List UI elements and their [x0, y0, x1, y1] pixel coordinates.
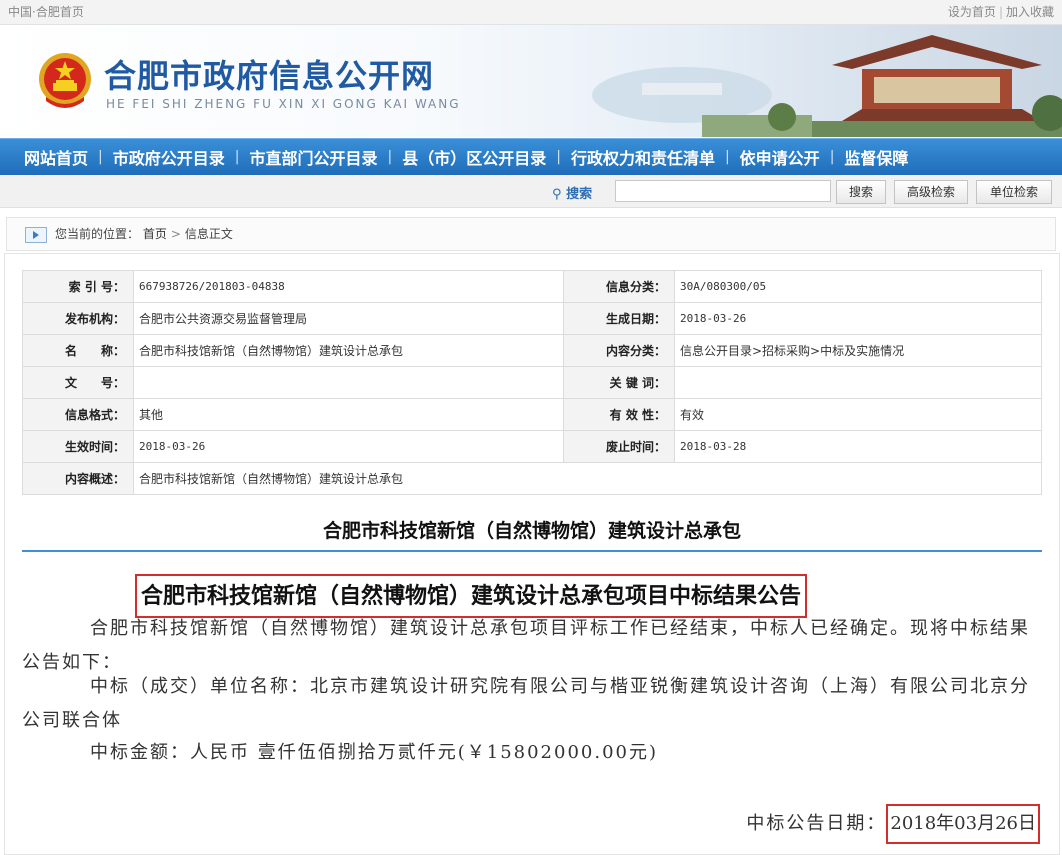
effective-value: 2018-03-26 — [133, 430, 564, 463]
index-value: 667938726/201803-04838 — [133, 270, 564, 303]
breadcrumb-path: 您当前的位置： 首页 > 信息正文 — [55, 218, 233, 250]
unit-search-button[interactable]: 单位检索 — [976, 180, 1052, 204]
validity-value: 有效 — [674, 398, 1042, 431]
title-divider — [22, 550, 1042, 552]
index-label: 索 引 号： — [22, 270, 134, 303]
search-bar: ⚲ 搜索 搜索 高级检索 单位检索 — [0, 175, 1062, 208]
nav-home[interactable]: 网站首页 — [14, 145, 98, 169]
breadcrumb-current: 信息正文 — [184, 227, 233, 241]
nav-county-catalog[interactable]: 县（市）区公开目录 — [392, 145, 556, 169]
breadcrumb-arrow: > — [170, 227, 181, 241]
nav-supervision[interactable]: 监督保障 — [834, 145, 918, 169]
table-row: 信息格式： 其他 有 效 性： 有效 — [22, 398, 1042, 431]
keywords-label: 关 键 词： — [563, 366, 675, 399]
search-label: ⚲ 搜索 — [552, 183, 592, 202]
doc-number-label: 文 号： — [22, 366, 134, 399]
paragraph-winner: 中标（成交）单位名称：北京市建筑设计研究院有限公司与楷亚锐衡建筑设计咨询（上海）… — [22, 676, 1030, 731]
date-label: 中标公告日期： — [746, 813, 887, 834]
content-category-value: 信息公开目录>招标采购>中标及实施情况 — [674, 334, 1042, 367]
breadcrumb-home-link[interactable]: 首页 — [143, 227, 167, 241]
name-label: 名 称： — [22, 334, 134, 367]
paragraph-amount: 中标金额：人民币 壹仟伍佰捌拾万贰仟元(￥15802000.00元) — [90, 742, 659, 763]
search-button[interactable]: 搜索 — [836, 180, 886, 204]
site-title: 合肥市政府信息公开网 — [104, 57, 435, 95]
publisher-value: 合肥市公共资源交易监督管理局 — [133, 302, 564, 335]
top-links: 设为首页 | 加入收藏 — [948, 0, 1054, 24]
publisher-label: 发布机构： — [22, 302, 134, 335]
nav-city-dept-catalog[interactable]: 市直部门公开目录 — [239, 145, 387, 169]
gen-date-value: 2018-03-26 — [674, 302, 1042, 335]
announcement-date: 中标公告日期： 2018年03月26日 — [746, 804, 1040, 844]
national-emblem-icon — [39, 53, 91, 108]
doc-number-value — [133, 366, 564, 399]
table-row: 内容概述： 合肥市科技馆新馆（自然博物馆）建筑设计总承包 — [22, 462, 1042, 495]
category-label: 信息分类： — [563, 270, 675, 303]
breadcrumb-prefix: 您当前的位置： — [55, 227, 140, 241]
site-banner: 合肥市政府信息公开网 HE FEI SHI ZHENG FU XIN XI GO… — [0, 25, 1062, 137]
metadata-table: 索 引 号： 667938726/201803-04838 信息分类： 30A/… — [22, 270, 1042, 495]
pavilion-decoration — [592, 35, 1062, 137]
table-row: 发布机构： 合肥市公共资源交易监督管理局 生成日期： 2018-03-26 — [22, 302, 1042, 335]
date-value: 2018年03月26日 — [886, 804, 1040, 844]
nav-city-gov-catalog[interactable]: 市政府公开目录 — [103, 145, 235, 169]
advanced-search-button[interactable]: 高级检索 — [894, 180, 968, 204]
table-row: 生效时间： 2018-03-26 废止时间： 2018-03-28 — [22, 430, 1042, 463]
abolish-label: 废止时间： — [563, 430, 675, 463]
effective-label: 生效时间： — [22, 430, 134, 463]
search-icon: ⚲ — [552, 187, 562, 202]
table-row: 文 号： 关 键 词： — [22, 366, 1042, 399]
category-value: 30A/080300/05 — [674, 270, 1042, 303]
top-separator: | — [998, 5, 1003, 19]
search-label-text: 搜索 — [566, 187, 593, 202]
summary-label: 内容概述： — [22, 462, 134, 495]
play-arrow-icon — [25, 227, 47, 243]
nav-apply-disclosure[interactable]: 依申请公开 — [730, 145, 830, 169]
format-label: 信息格式： — [22, 398, 134, 431]
table-row: 名 称： 合肥市科技馆新馆（自然博物馆）建筑设计总承包 内容分类： 信息公开目录… — [22, 334, 1042, 367]
main-nav: 网站首页 | 市政府公开目录 | 市直部门公开目录 | 县（市）区公开目录 | … — [0, 138, 1062, 176]
keywords-value — [674, 366, 1042, 399]
table-row: 索 引 号： 667938726/201803-04838 信息分类： 30A/… — [22, 270, 1042, 303]
content-category-label: 内容分类： — [563, 334, 675, 367]
article-title: 合肥市科技馆新馆（自然博物馆）建筑设计总承包 — [322, 520, 741, 542]
site-pinyin: HE FEI SHI ZHENG FU XIN XI GONG KAI WANG — [106, 97, 461, 111]
china-hefei-home-link[interactable]: 中国·合肥首页 — [8, 0, 84, 24]
abolish-value: 2018-03-28 — [674, 430, 1042, 463]
set-home-link[interactable]: 设为首页 — [948, 5, 996, 19]
add-favorite-link[interactable]: 加入收藏 — [1006, 5, 1054, 19]
format-value: 其他 — [133, 398, 564, 431]
validity-label: 有 效 性： — [563, 398, 675, 431]
summary-value: 合肥市科技馆新馆（自然博物馆）建筑设计总承包 — [133, 462, 1042, 495]
name-value: 合肥市科技馆新馆（自然博物馆）建筑设计总承包 — [133, 334, 564, 367]
breadcrumb: 您当前的位置： 首页 > 信息正文 — [6, 217, 1056, 251]
search-input[interactable] — [615, 180, 831, 202]
nav-power-list[interactable]: 行政权力和责任清单 — [561, 145, 725, 169]
top-bar: 中国·合肥首页 设为首页 | 加入收藏 — [0, 0, 1062, 25]
gen-date-label: 生成日期： — [563, 302, 675, 335]
